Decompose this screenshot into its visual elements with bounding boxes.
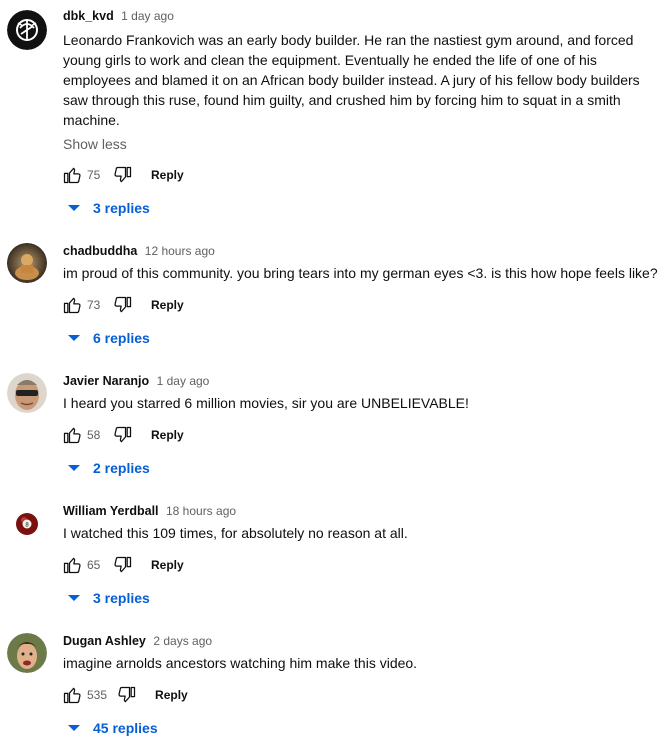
like-count: 535 bbox=[87, 688, 108, 702]
comment-author[interactable]: Javier Naranjo bbox=[63, 374, 149, 388]
like-count: 65 bbox=[87, 558, 101, 572]
view-replies-button[interactable]: 3 replies bbox=[66, 587, 150, 609]
like-button[interactable] bbox=[60, 423, 84, 447]
thumbs-down-icon bbox=[114, 166, 132, 183]
thumbs-up-icon bbox=[63, 557, 81, 574]
dislike-button[interactable] bbox=[111, 293, 135, 317]
comment-author[interactable]: chadbuddha bbox=[63, 244, 137, 258]
caret-down-icon bbox=[68, 595, 80, 601]
show-less-button[interactable]: Show less bbox=[63, 134, 127, 154]
comment-header: dbk_kvd 1 day ago bbox=[63, 8, 174, 24]
reply-button[interactable]: Reply bbox=[145, 166, 190, 184]
comment-text: I watched this 109 times, for absolutely… bbox=[63, 525, 408, 541]
like-count: 73 bbox=[87, 298, 101, 312]
dislike-button[interactable] bbox=[115, 683, 139, 707]
comment-text: I heard you starred 6 million movies, si… bbox=[63, 395, 469, 411]
like-button[interactable] bbox=[60, 163, 84, 187]
view-replies-button[interactable]: 2 replies bbox=[66, 457, 150, 479]
comment-time[interactable]: 1 day ago bbox=[121, 9, 174, 23]
dislike-button[interactable] bbox=[111, 553, 135, 577]
comment-time[interactable]: 1 day ago bbox=[157, 374, 210, 388]
avatar-buddha-icon bbox=[7, 243, 47, 283]
avatar-person-icon bbox=[7, 633, 47, 673]
comment-header: Javier Naranjo 1 day ago bbox=[63, 373, 209, 389]
caret-down-icon bbox=[68, 205, 80, 211]
reply-button[interactable]: Reply bbox=[145, 296, 190, 314]
comment-time[interactable]: 12 hours ago bbox=[145, 244, 215, 258]
thumbs-down-icon bbox=[114, 296, 132, 313]
caret-down-icon bbox=[68, 725, 80, 731]
replies-count-label: 6 replies bbox=[93, 330, 150, 346]
replies-count-label: 3 replies bbox=[93, 590, 150, 606]
comment-author[interactable]: Dugan Ashley bbox=[63, 634, 146, 648]
avatar-emblem-icon bbox=[7, 10, 47, 50]
comment-text: imagine arnolds ancestors watching him m… bbox=[63, 655, 418, 671]
reply-button[interactable]: Reply bbox=[149, 686, 194, 704]
like-button[interactable] bbox=[60, 293, 84, 317]
avatar[interactable] bbox=[7, 373, 47, 413]
avatar[interactable] bbox=[7, 243, 47, 283]
comment-text: im proud of this community. you bring te… bbox=[63, 265, 658, 281]
like-button[interactable] bbox=[60, 683, 84, 707]
replies-count-label: 45 replies bbox=[93, 720, 158, 736]
avatar[interactable] bbox=[7, 633, 47, 673]
avatar[interactable]: 8 bbox=[7, 503, 47, 543]
comment-author[interactable]: dbk_kvd bbox=[63, 9, 114, 23]
thumbs-down-icon bbox=[114, 556, 132, 573]
thumbs-down-icon bbox=[114, 426, 132, 443]
comments-section: dbk_kvd 1 day ago Leonardo Frankovich wa… bbox=[0, 0, 670, 741]
comment-text: Leonardo Frankovich was an early body bu… bbox=[63, 32, 640, 128]
comment-actions: 58 Reply bbox=[60, 423, 190, 447]
comment-time[interactable]: 2 days ago bbox=[153, 634, 212, 648]
like-count: 58 bbox=[87, 428, 101, 442]
view-replies-button[interactable]: 6 replies bbox=[66, 327, 150, 349]
thumbs-up-icon bbox=[63, 427, 81, 444]
thumbs-down-icon bbox=[118, 686, 136, 703]
avatar-billiard-ball-icon: 8 bbox=[7, 503, 47, 543]
view-replies-button[interactable]: 45 replies bbox=[66, 717, 158, 739]
comment-header: William Yerdball 18 hours ago bbox=[63, 503, 236, 519]
comment-actions: 75 Reply bbox=[60, 163, 190, 187]
thumbs-up-icon bbox=[63, 167, 81, 184]
dislike-button[interactable] bbox=[111, 163, 135, 187]
thumbs-up-icon bbox=[63, 687, 81, 704]
replies-count-label: 3 replies bbox=[93, 200, 150, 216]
caret-down-icon bbox=[68, 465, 80, 471]
comment-header: chadbuddha 12 hours ago bbox=[63, 243, 215, 259]
avatar-person-sunglasses-icon bbox=[7, 373, 47, 413]
view-replies-button[interactable]: 3 replies bbox=[66, 197, 150, 219]
replies-count-label: 2 replies bbox=[93, 460, 150, 476]
avatar[interactable] bbox=[7, 10, 47, 50]
thumbs-up-icon bbox=[63, 297, 81, 314]
comment-actions: 73 Reply bbox=[60, 293, 190, 317]
comment-header: Dugan Ashley 2 days ago bbox=[63, 633, 212, 649]
comment-actions: 535 Reply bbox=[60, 683, 194, 707]
like-count: 75 bbox=[87, 168, 101, 182]
dislike-button[interactable] bbox=[111, 423, 135, 447]
reply-button[interactable]: Reply bbox=[145, 556, 190, 574]
like-button[interactable] bbox=[60, 553, 84, 577]
comment-author[interactable]: William Yerdball bbox=[63, 504, 159, 518]
reply-button[interactable]: Reply bbox=[145, 426, 190, 444]
comment-actions: 65 Reply bbox=[60, 553, 190, 577]
caret-down-icon bbox=[68, 335, 80, 341]
comment-time[interactable]: 18 hours ago bbox=[166, 504, 236, 518]
